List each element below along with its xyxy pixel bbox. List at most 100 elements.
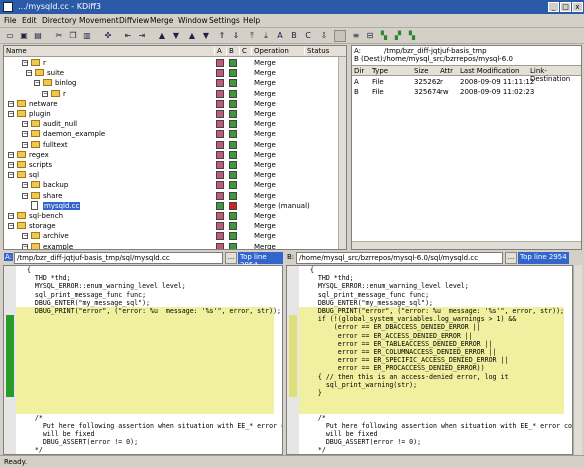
tree-row[interactable]: − archive Merge — [4, 231, 346, 241]
tree-row[interactable]: − share Merge — [4, 191, 346, 201]
next-conflict-icon[interactable]: ▼ — [200, 30, 212, 42]
expand-toggle-icon[interactable]: − — [8, 162, 14, 168]
tree-row[interactable]: − regex Merge — [4, 150, 346, 160]
next-delta-icon[interactable]: ▼ — [170, 30, 182, 42]
tree-item-operation[interactable]: Merge — [254, 243, 276, 249]
tree-item-operation[interactable]: Merge — [254, 161, 276, 169]
new-icon[interactable]: ▭ — [4, 30, 16, 42]
tree-row[interactable]: − example Merge — [4, 242, 346, 249]
expand-toggle-icon[interactable]: − — [22, 141, 28, 148]
expand-toggle-icon[interactable]: − — [22, 60, 28, 66]
tree-item-label[interactable]: plugin — [29, 110, 51, 118]
copy-icon[interactable]: ❐ — [67, 30, 79, 42]
menu-diffview[interactable]: Diffview — [119, 16, 149, 25]
tree-item-label[interactable]: scripts — [29, 161, 52, 169]
tree-row[interactable]: − daemon_example Merge — [4, 129, 346, 139]
expand-toggle-icon[interactable]: − — [22, 182, 28, 189]
dir-compare-icon[interactable]: ▚ — [378, 30, 390, 42]
tree-item-label[interactable]: binlog — [55, 79, 77, 87]
tree-item-label[interactable]: mysqld.cc — [43, 201, 81, 210]
tree-row[interactable]: − binlog Merge — [4, 78, 346, 88]
save-icon[interactable]: ▣ — [18, 30, 30, 42]
tree-item-operation[interactable]: Merge — [254, 110, 276, 118]
expand-toggle-icon[interactable]: − — [8, 151, 14, 158]
expand-toggle-icon[interactable]: − — [22, 192, 28, 199]
expand-toggle-icon[interactable]: − — [8, 223, 14, 230]
expand-toggle-icon[interactable]: − — [8, 100, 14, 107]
tree-item-operation[interactable]: Merge — [254, 222, 276, 230]
tree-item-operation[interactable]: Merge — [254, 171, 276, 179]
paste-icon[interactable]: ▥ — [81, 30, 93, 42]
tree-item-operation[interactable]: Merge — [254, 212, 276, 220]
last-unsolved-icon[interactable]: ⤓ — [260, 30, 272, 42]
cut-icon[interactable]: ✂ — [53, 30, 65, 42]
expand-toggle-icon[interactable]: − — [26, 70, 32, 77]
tree-item-operation[interactable]: Merge — [254, 232, 276, 240]
tree-item-operation[interactable]: Merge (manual) — [254, 202, 310, 210]
tree-item-operation[interactable]: Merge — [254, 59, 276, 67]
tree-scrollbar[interactable] — [338, 57, 346, 249]
expand-toggle-icon[interactable]: − — [34, 80, 40, 87]
expand-toggle-icon[interactable]: − — [42, 90, 48, 97]
info-hscrollbar[interactable] — [352, 241, 581, 249]
col-a[interactable]: A — [214, 47, 222, 55]
col-operation[interactable]: Operation — [251, 47, 289, 55]
maximize-button[interactable]: □ — [560, 2, 571, 12]
diff-pane-a[interactable]: { THD *thd; MYSQL_ERROR::enum_warning_le… — [3, 265, 283, 455]
tree-item-label[interactable]: netware — [29, 100, 58, 108]
pane-b-path[interactable]: /home/mysql_src/bzrrepos/mysql-6.0/sql/m… — [296, 252, 503, 264]
choose-c-button[interactable]: C — [302, 30, 314, 42]
menu-merge[interactable]: Merge — [150, 16, 173, 25]
tree-row[interactable]: − plugin Merge — [4, 109, 346, 119]
expand-toggle-icon[interactable]: − — [22, 121, 28, 128]
tree-item-label[interactable]: regex — [29, 151, 49, 159]
tree-item-label[interactable]: backup — [43, 181, 68, 189]
tree-row[interactable]: − sql-bench Merge — [4, 211, 346, 221]
goto-first-delta-icon[interactable]: ⇤ — [122, 30, 134, 42]
tree-item-label[interactable]: suite — [47, 69, 64, 77]
tree-row[interactable]: − sql Merge — [4, 170, 346, 180]
tree-item-label[interactable]: r — [63, 90, 66, 98]
tree-item-operation[interactable]: Merge — [254, 141, 276, 149]
tree-item-label[interactable]: storage — [29, 222, 56, 230]
tree-row[interactable]: − scripts Merge — [4, 160, 346, 170]
dir-merge-icon[interactable]: ▞ — [392, 30, 404, 42]
tree-row[interactable]: − backup Merge — [4, 180, 346, 190]
tree-item-operation[interactable]: Merge — [254, 120, 276, 128]
goto-current-icon[interactable]: ✜ — [102, 30, 114, 42]
col-c[interactable]: C — [239, 47, 247, 55]
menu-movement[interactable]: Movement — [79, 16, 119, 25]
tree-row[interactable]: − storage Merge — [4, 221, 346, 231]
toggle-panel-icon[interactable] — [334, 30, 346, 42]
tree-row[interactable]: − r Merge — [4, 58, 346, 68]
tree-item-operation[interactable]: Merge — [254, 69, 276, 77]
menu-edit[interactable]: Edit — [22, 16, 37, 25]
tree-item-operation[interactable]: Merge — [254, 151, 276, 159]
tree-item-operation[interactable]: Merge — [254, 90, 276, 98]
tree-item-operation[interactable]: Merge — [254, 181, 276, 189]
expand-toggle-icon[interactable]: − — [8, 111, 14, 117]
expand-toggle-icon[interactable]: − — [8, 213, 14, 219]
prev-unsolved-icon[interactable]: ⇑ — [216, 30, 228, 42]
print-icon[interactable]: ▤ — [32, 30, 44, 42]
split-icon[interactable]: ≡ — [350, 30, 362, 42]
tree-item-operation[interactable]: Merge — [254, 130, 276, 138]
menu-directory[interactable]: Directory — [42, 16, 77, 25]
tree-item-operation[interactable]: Merge — [254, 192, 276, 200]
tree-row[interactable]: − r Merge — [4, 89, 346, 99]
tree-item-operation[interactable]: Merge — [254, 79, 276, 87]
menu-settings[interactable]: Settings — [209, 16, 240, 25]
goto-last-delta-icon[interactable]: ⇥ — [136, 30, 148, 42]
pane-b-browse-button[interactable]: ... — [505, 252, 517, 264]
tree-item-label[interactable]: archive — [43, 232, 69, 240]
tree-row[interactable]: − fulltext Merge — [4, 140, 346, 150]
dir-toggle-icon[interactable]: ⊟ — [364, 30, 376, 42]
menu-help[interactable]: Help — [243, 16, 260, 25]
pane-a-path[interactable]: /tmp/bzr_diff-jqtjuf-basis_tmp/sql/mysql… — [14, 252, 223, 264]
overview-scrollbar[interactable] — [573, 265, 582, 455]
tree-item-label[interactable]: sql-bench — [29, 212, 63, 220]
close-button[interactable]: x — [572, 2, 583, 12]
tree-row[interactable]: − suite Merge — [4, 68, 346, 78]
col-status[interactable]: Status — [304, 47, 329, 55]
col-name[interactable]: Name — [6, 47, 27, 55]
